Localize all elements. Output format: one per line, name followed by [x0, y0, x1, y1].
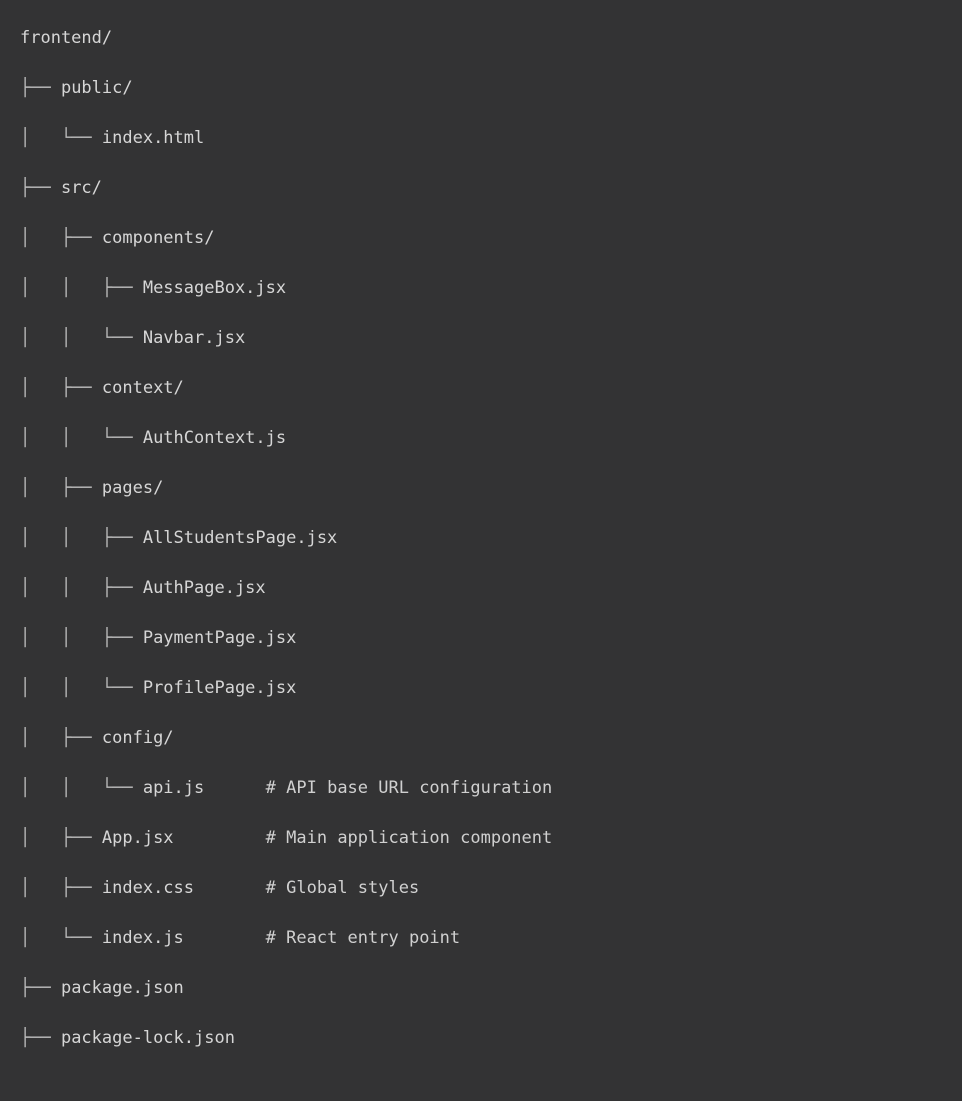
tree-line: │ ├── index.css # Global styles [20, 876, 552, 901]
file-tree: frontend/ ├── public/ │ └── index.html ├… [20, 26, 552, 1101]
tree-line: │ │ └── AuthContext.js [20, 426, 552, 451]
tree-line: │ ├── components/ [20, 226, 552, 251]
tree-line: ├── src/ [20, 176, 552, 201]
tree-guide: │ │ └── [20, 428, 143, 448]
tree-line: │ │ ├── PaymentPage.jsx [20, 626, 552, 651]
tree-line: │ └── index.html [20, 126, 552, 151]
tree-guide: │ │ ├── [20, 578, 143, 598]
code-comment: # API base URL configuration [265, 778, 553, 798]
tree-guide: │ │ └── [20, 328, 143, 348]
file-name: package.json [60, 978, 184, 998]
file-name: App.jsx [101, 828, 174, 848]
tree-line: │ │ ├── AllStudentsPage.jsx [20, 526, 552, 551]
tree-guide: │ └── [20, 128, 102, 148]
file-name: Navbar.jsx [142, 328, 246, 348]
file-name: index.js [101, 928, 184, 948]
file-name: AuthPage.jsx [142, 578, 266, 598]
file-name: MessageBox.jsx [142, 278, 287, 298]
file-name: index.html [101, 128, 205, 148]
tree-line: │ └── index.js # React entry point [20, 926, 552, 951]
tree-guide: │ │ ├── [20, 628, 143, 648]
file-name: api.js [142, 778, 205, 798]
file-name: PaymentPage.jsx [142, 628, 297, 648]
file-name: package-lock.json [60, 1028, 235, 1048]
tree-line: │ │ ├── AuthPage.jsx [20, 576, 552, 601]
file-name: AllStudentsPage.jsx [142, 528, 338, 548]
tree-guide: ├── [20, 178, 61, 198]
tree-line: ├── public/ [20, 76, 552, 101]
folder-name: context/ [101, 378, 184, 398]
file-name: index.css [101, 878, 195, 898]
tree-guide: │ │ └── [20, 778, 143, 798]
tree-guide: │ ├── [20, 478, 102, 498]
folder-name: src/ [60, 178, 102, 198]
tree-line-root: frontend/ [20, 26, 552, 51]
tree-guide: │ ├── [20, 228, 102, 248]
tree-guide: ├── [20, 1028, 61, 1048]
tree-guide: │ │ └── [20, 678, 143, 698]
tree-guide: │ ├── [20, 378, 102, 398]
tree-line: │ │ └── ProfilePage.jsx [20, 676, 552, 701]
folder-name: components/ [101, 228, 215, 248]
tree-line: │ │ └── api.js # API base URL configurat… [20, 776, 552, 801]
folder-name: frontend/ [20, 28, 113, 48]
tree-guide: │ ├── [20, 828, 102, 848]
tree-line: │ │ ├── MessageBox.jsx [20, 276, 552, 301]
tree-line: ├── package.json [20, 976, 552, 1001]
code-comment: # Main application component [265, 828, 553, 848]
tree-line: │ ├── context/ [20, 376, 552, 401]
tree-line: ├── package-lock.json [20, 1026, 552, 1051]
tree-guide: │ │ ├── [20, 528, 143, 548]
folder-name: pages/ [101, 478, 164, 498]
tree-guide: ├── [20, 78, 61, 98]
tree-guide: ├── [20, 978, 61, 998]
tree-line: │ ├── config/ [20, 726, 552, 751]
code-comment: # React entry point [265, 928, 461, 948]
tree-guide: │ │ ├── [20, 278, 143, 298]
tree-guide: │ ├── [20, 878, 102, 898]
tree-line: │ ├── App.jsx # Main application compone… [20, 826, 552, 851]
code-comment: # Global styles [265, 878, 420, 898]
tree-guide: │ └── [20, 928, 102, 948]
tree-guide: │ ├── [20, 728, 102, 748]
folder-name: config/ [101, 728, 174, 748]
tree-line: │ │ └── Navbar.jsx [20, 326, 552, 351]
folder-name: public/ [60, 78, 133, 98]
tree-line: │ ├── pages/ [20, 476, 552, 501]
code-block: frontend/ ├── public/ │ └── index.html ├… [0, 0, 962, 1048]
file-name: ProfilePage.jsx [142, 678, 297, 698]
file-name: AuthContext.js [142, 428, 287, 448]
